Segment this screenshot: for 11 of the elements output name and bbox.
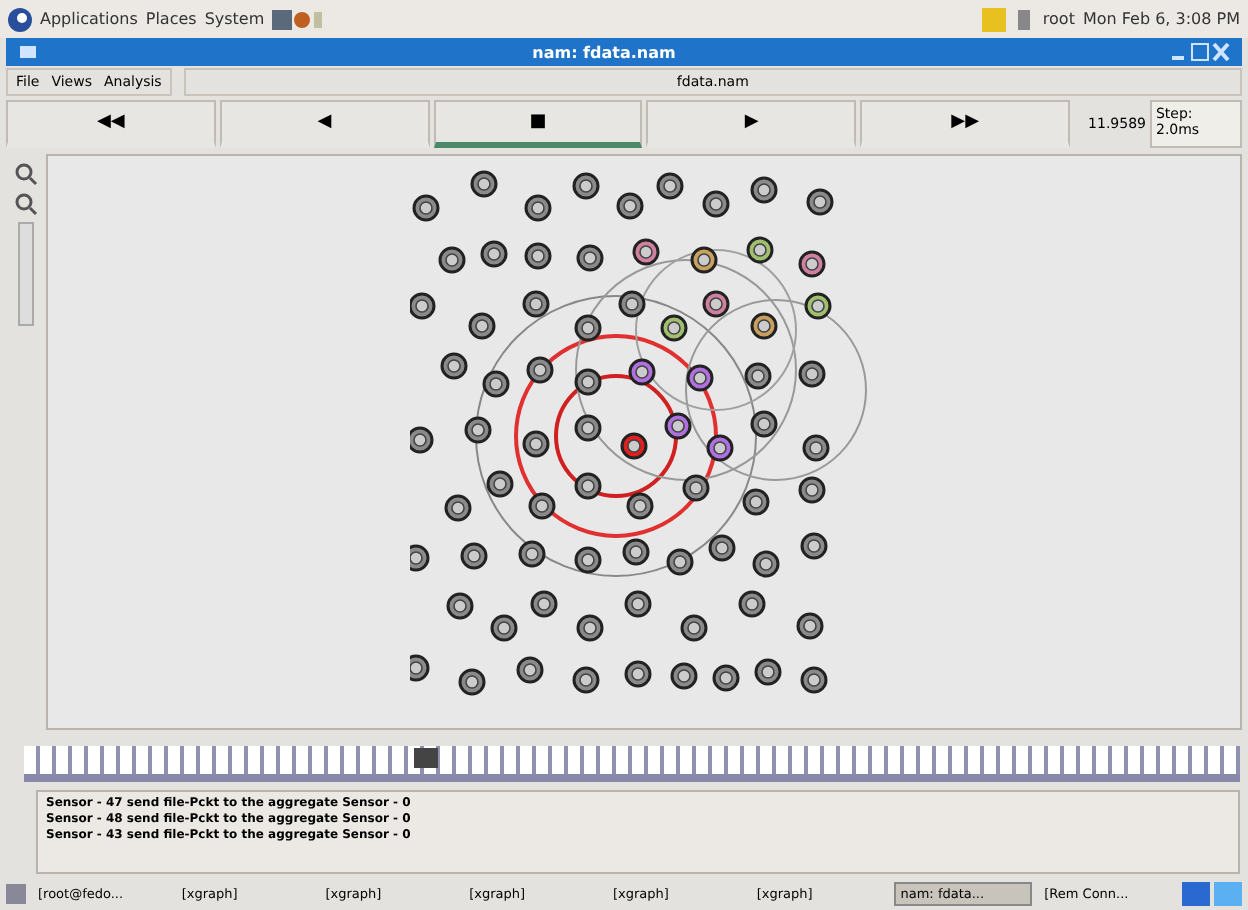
playback-button[interactable]: ◀◀: [6, 100, 216, 148]
playback-button[interactable]: ■: [433, 100, 643, 148]
playback-button[interactable]: ▶: [646, 100, 857, 148]
panel-menu[interactable]: System: [204, 10, 265, 28]
panel-menu[interactable]: Applications: [40, 10, 138, 28]
playback-button[interactable]: ◀: [219, 100, 430, 148]
clock: Mon Feb 6, 3:08 PM: [1082, 10, 1240, 28]
user-name: root: [1042, 10, 1075, 28]
window-title: nam: fdata.nam: [530, 43, 678, 61]
playback-button[interactable]: ▶▶: [860, 100, 1070, 148]
panel-menu[interactable]: Places: [145, 10, 197, 28]
